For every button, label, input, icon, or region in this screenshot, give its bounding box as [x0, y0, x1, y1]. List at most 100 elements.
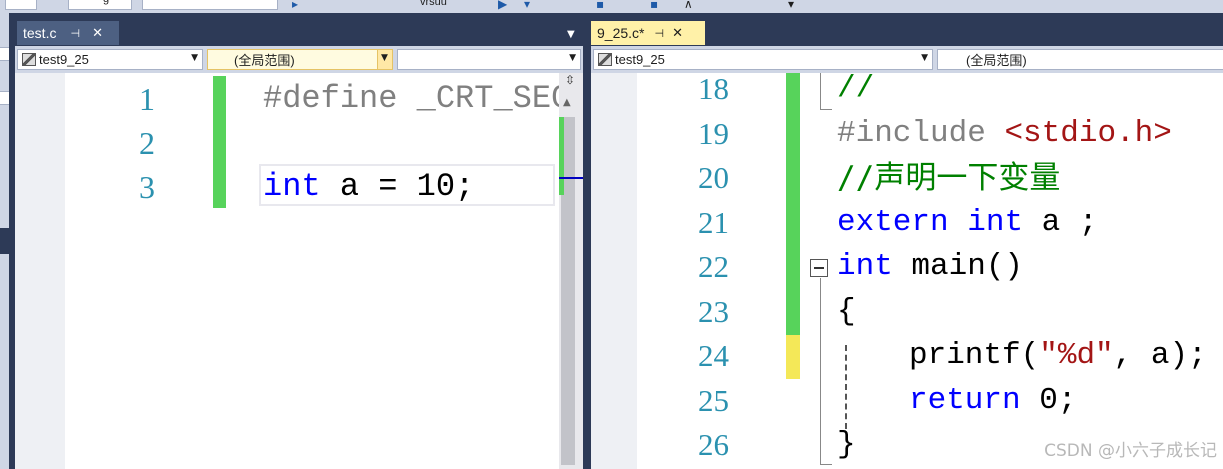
dock-item[interactable]	[0, 91, 9, 105]
right-editor-pane: 9_25.c* ⊣ ✕ test9_25 ▼ (全局范围) 18 19 20 2…	[591, 13, 1223, 469]
member-combo[interactable]: ▼	[397, 49, 581, 70]
selection-margin	[591, 73, 637, 469]
code-text: a ;	[1023, 204, 1098, 240]
keyword: int	[263, 168, 321, 205]
keyword: return	[909, 382, 1021, 418]
tab-list-dropdown-icon[interactable]: ▼	[567, 29, 575, 40]
code-line: return 0;	[909, 379, 1076, 424]
line-number: 23	[698, 293, 729, 329]
tab-9-25-c[interactable]: 9_25.c* ⊣ ✕	[591, 21, 705, 45]
outline-guide	[820, 464, 832, 465]
include-path: <stdio.h>	[1004, 115, 1172, 151]
string-literal: "%d"	[1039, 338, 1114, 373]
scope-name: (全局范围)	[234, 53, 295, 68]
scope-name: (全局范围)	[966, 53, 1027, 68]
left-editor-pane: test.c ⊣ ✕ ▼ test9_25 ▼ (全局范围) ▼ ▼ 1 2 3…	[15, 13, 583, 469]
code-text: 0;	[1020, 382, 1077, 418]
code-text: main()	[892, 249, 1024, 284]
scope-combo[interactable]: (全局范围)	[937, 49, 1223, 70]
change-indicator	[213, 76, 226, 208]
code-line: //	[837, 73, 875, 106]
breakpoint-icon[interactable]: ▾	[524, 0, 530, 11]
project-name: test9_25	[39, 52, 89, 67]
toolbar-icon-3[interactable]: ▪	[596, 0, 604, 11]
pin-icon[interactable]: ⊣	[654, 27, 664, 40]
line-number: 22	[698, 249, 729, 284]
line-number: 20	[698, 160, 729, 195]
line-number: 2	[139, 125, 155, 161]
right-code-editor[interactable]: 18 19 20 21 22 23 24 25 26 // #include <…	[591, 73, 1223, 469]
preprocessor: #include	[837, 115, 1005, 151]
change-indicator	[786, 73, 800, 335]
line-number: 25	[698, 382, 729, 418]
unsaved-change-indicator	[786, 335, 800, 379]
keyword: int	[837, 249, 893, 284]
left-dock-strip	[0, 13, 9, 469]
code-line: printf("%d", a);	[909, 334, 1207, 379]
code-line: {	[837, 293, 856, 329]
code-text: a = 10;	[320, 168, 475, 205]
line-number: 18	[698, 73, 729, 106]
close-icon[interactable]: ✕	[92, 26, 103, 41]
overflow-chevron-icon[interactable]: ▾	[788, 0, 794, 11]
vertical-scrollbar[interactable]: ⇳ ▲	[559, 73, 583, 469]
keyword: extern	[837, 204, 949, 240]
line-number: 26	[698, 427, 729, 462]
toolbar-config-field[interactable]: g	[68, 0, 132, 10]
line-number: 1	[139, 81, 155, 117]
outline-guide	[820, 73, 821, 109]
code-line: int main()	[837, 245, 1023, 290]
tab-label: test.c	[23, 25, 57, 41]
step-icon[interactable]: ▶	[498, 0, 507, 11]
toolbar-icon-4[interactable]: ▪	[650, 0, 658, 11]
tab-test-c[interactable]: test.c ⊣ ✕	[17, 21, 119, 45]
toolbar-dropdown-1[interactable]	[5, 0, 37, 10]
project-icon	[22, 53, 36, 66]
project-combo[interactable]: test9_25 ▼	[17, 49, 203, 70]
right-tab-bar: 9_25.c* ⊣ ✕	[591, 13, 1223, 46]
code-line: extern int a ;	[837, 201, 1097, 246]
left-code-editor[interactable]: 1 2 3 #define _CRT_SECU int a = 10; ⇳ ▲	[15, 73, 583, 469]
left-navigation-bar: test9_25 ▼ (全局范围) ▼ ▼	[15, 46, 583, 73]
bookmark-icon[interactable]: ⊼	[684, 0, 693, 11]
code-line: //声明一下变量	[837, 160, 1061, 196]
tab-label: 9_25.c*	[597, 25, 645, 41]
main-toolbar: g ▸ vrsuu ▶ ▾ ▪ ▪ ⊼ ▾	[0, 0, 1223, 13]
collapse-icon[interactable]	[810, 259, 828, 277]
scope-combo[interactable]: (全局范围) ▼	[207, 49, 393, 70]
chevron-down-icon: ▼	[377, 50, 392, 69]
right-navigation-bar: test9_25 ▼ (全局范围)	[591, 46, 1223, 73]
code-line: #include <stdio.h>	[837, 112, 1172, 157]
line-number: 21	[698, 204, 729, 240]
code-line: #define _CRT_SECU	[263, 80, 583, 117]
run-icon[interactable]: ▸	[292, 0, 298, 11]
outline-guide	[820, 109, 832, 110]
code-text: , a);	[1113, 338, 1207, 373]
project-name: test9_25	[615, 52, 665, 67]
line-number: 24	[698, 338, 729, 373]
project-combo[interactable]: test9_25 ▼	[593, 49, 933, 70]
toolbar-label: vrsuu	[420, 0, 447, 8]
project-icon	[598, 53, 612, 66]
pin-icon[interactable]: ⊣	[70, 27, 80, 40]
selection-margin	[15, 73, 65, 469]
left-tab-bar: test.c ⊣ ✕ ▼	[15, 13, 583, 46]
dock-item[interactable]	[0, 47, 9, 61]
code-line: int a = 10;	[263, 165, 474, 209]
keyword: int	[967, 204, 1024, 240]
indent-guide	[845, 345, 847, 429]
scroll-up-icon[interactable]: ▲	[563, 97, 571, 108]
outline-guide	[820, 278, 821, 464]
close-icon[interactable]: ✕	[672, 26, 683, 41]
code-text: printf(	[909, 338, 1040, 373]
line-number: 19	[698, 115, 729, 151]
toolbar-platform-field[interactable]	[142, 0, 278, 10]
chevron-down-icon: ▼	[191, 53, 198, 63]
line-number: 3	[139, 169, 155, 205]
split-handle-icon[interactable]: ⇳	[565, 74, 575, 86]
code-line: }	[837, 427, 856, 462]
chevron-down-icon: ▼	[569, 53, 576, 63]
caret-position-marker	[559, 177, 583, 179]
watermark: CSDN @小六子成长记	[1044, 441, 1217, 461]
chevron-down-icon: ▼	[921, 53, 928, 63]
